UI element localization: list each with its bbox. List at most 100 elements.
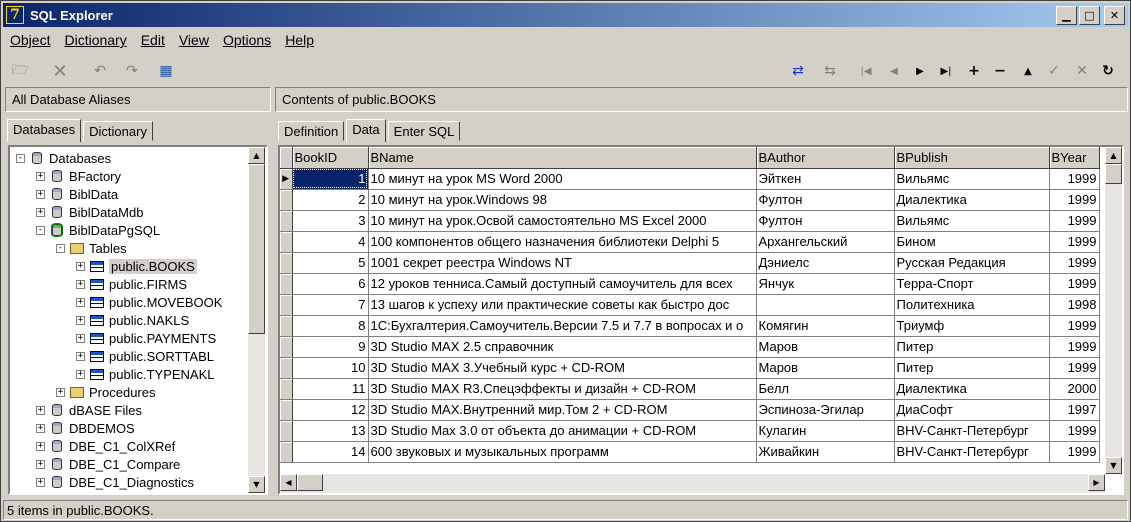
scroll-thumb[interactable] <box>248 164 265 334</box>
cell-bauthor[interactable]: Живайкин <box>756 441 895 463</box>
cell-bauthor[interactable]: Фултон <box>756 189 895 211</box>
table-row[interactable]: 14 600 звуковых и музыкальных программ Жив… <box>280 441 1100 463</box>
cell-bookid[interactable]: 13 <box>292 420 369 442</box>
cell-byear[interactable]: 1999 <box>1049 315 1100 337</box>
delete-record-icon[interactable]: − <box>989 60 1011 82</box>
cell-bookid[interactable]: 2 <box>292 189 369 211</box>
expand-icon[interactable]: + <box>76 333 85 343</box>
next-record-icon[interactable]: ▶ <box>909 60 931 82</box>
right-tab-definition[interactable]: Definition <box>278 121 345 141</box>
table-row[interactable]: 10 3D Studio MAX 3.Учебный курс + CD-ROM М… <box>280 357 1100 379</box>
cell-bname[interactable]: 10 минут на урок.Освой самостоятельно MS… <box>368 210 757 232</box>
expand-icon[interactable]: + <box>76 279 85 289</box>
tree-vertical-scrollbar[interactable]: ▲ ▼ <box>248 147 265 493</box>
left-tab-dictionary[interactable]: Dictionary <box>83 121 153 141</box>
cancel-edit-icon[interactable]: ✕ <box>1071 60 1093 82</box>
database-tree[interactable]: ▲ ▼ - Databases + BFactory + BiblData + BiblDat… <box>8 145 268 495</box>
cell-byear[interactable]: 1998 <box>1049 294 1100 316</box>
cell-bpublish[interactable]: Вильямс <box>894 168 1050 190</box>
row-indicator[interactable] <box>280 252 293 274</box>
redo-icon[interactable]: ↷ <box>121 60 143 82</box>
row-indicator[interactable] <box>280 231 293 253</box>
row-indicator[interactable] <box>280 315 293 337</box>
refresh-data-icon[interactable]: ↻ <box>1097 60 1119 82</box>
cell-bookid[interactable]: 4 <box>292 231 369 253</box>
tree-item[interactable]: - BiblDataPgSQL <box>36 221 160 239</box>
right-tab-enter-sql[interactable]: Enter SQL <box>387 121 461 141</box>
expand-icon[interactable]: + <box>36 477 45 487</box>
cell-bname[interactable]: 3D Studio Max 3.0 от объекта до анимации… <box>368 420 757 442</box>
row-indicator[interactable] <box>280 336 293 358</box>
sync-icon[interactable]: ⇆ <box>819 60 841 82</box>
cell-bpublish[interactable]: Диалектика <box>894 189 1050 211</box>
cell-bpublish[interactable]: Бином <box>894 231 1050 253</box>
table-row[interactable]: 2 10 минут на урок.Windows 98 Фултон Диалек… <box>280 189 1100 211</box>
cell-byear[interactable]: 1999 <box>1049 168 1100 190</box>
cell-bname[interactable]: 3D Studio MAX.Внутренний мир.Том 2 + CD-… <box>368 399 757 421</box>
expand-icon[interactable]: + <box>36 459 45 469</box>
cell-bname[interactable]: 13 шагов к успеху или практические совет… <box>368 294 757 316</box>
cell-bookid[interactable]: 3 <box>292 210 369 232</box>
row-indicator[interactable] <box>280 420 293 442</box>
menu-view[interactable]: View <box>172 30 216 50</box>
column-header-byear[interactable]: BYear <box>1049 147 1100 169</box>
table-row[interactable]: 6 12 уроков тенниса.Самый доступный самоу… <box>280 273 1100 295</box>
cell-bname[interactable]: 10 минут на урок MS Word 2000 <box>368 168 757 190</box>
expand-icon[interactable]: + <box>76 315 85 325</box>
title-bar[interactable]: 7 SQL Explorer ▁ □ ✕ <box>3 3 1128 27</box>
expand-icon[interactable]: + <box>76 369 85 379</box>
tree-item[interactable]: + public.PAYMENTS <box>76 329 216 347</box>
row-indicator[interactable] <box>280 441 293 463</box>
tree-item[interactable]: + public.NAKLS <box>76 311 189 329</box>
cell-byear[interactable]: 1999 <box>1049 273 1100 295</box>
cell-bpublish[interactable]: Диалектика <box>894 378 1050 400</box>
tree-item[interactable]: + BiblData <box>36 185 118 203</box>
grid-scroll-down-button[interactable]: ▼ <box>1105 457 1122 474</box>
cell-bpublish[interactable]: Политехника <box>894 294 1050 316</box>
tree-item[interactable]: + Procedures <box>56 383 155 401</box>
cell-bookid[interactable]: 12 <box>292 399 369 421</box>
cell-bauthor[interactable]: Кулагин <box>756 420 895 442</box>
cell-bauthor[interactable] <box>756 294 895 316</box>
row-indicator[interactable] <box>280 273 293 295</box>
cell-bauthor[interactable]: Маров <box>756 336 895 358</box>
row-indicator[interactable] <box>280 294 293 316</box>
table-row[interactable]: 4 100 компонентов общего назначения библи… <box>280 231 1100 253</box>
grid-scroll-thumb[interactable] <box>1105 164 1122 184</box>
tree-item[interactable]: + dBASE Files <box>36 401 142 419</box>
column-header-bookid[interactable]: BookID <box>292 147 369 169</box>
cell-bname[interactable]: 3D Studio MAX 3.Учебный курс + CD-ROM <box>368 357 757 379</box>
collapse-icon[interactable]: - <box>36 225 45 235</box>
prior-record-icon[interactable]: ◀ <box>883 60 905 82</box>
column-header-bauthor[interactable]: BAuthor <box>756 147 895 169</box>
menu-dictionary[interactable]: Dictionary <box>57 30 133 50</box>
cell-bauthor[interactable]: Эспиноза-Эгилар <box>756 399 895 421</box>
cell-bpublish[interactable]: Питер <box>894 357 1050 379</box>
menu-help[interactable]: Help <box>278 30 321 50</box>
cell-bookid[interactable]: 1 <box>292 168 369 190</box>
expand-icon[interactable]: + <box>36 171 45 181</box>
expand-icon[interactable]: + <box>36 441 45 451</box>
tree-item[interactable]: + DBE_C1_ColXRef <box>36 437 175 455</box>
last-record-icon[interactable]: ▶| <box>935 60 957 82</box>
cell-bname[interactable]: 3D Studio MAX 2.5 справочник <box>368 336 757 358</box>
menu-options[interactable]: Options <box>216 30 278 50</box>
expand-icon[interactable]: + <box>36 405 45 415</box>
tree-item[interactable]: + public.MOVEBOOK <box>76 293 222 311</box>
cell-bauthor[interactable]: Комягин <box>756 315 895 337</box>
cell-bauthor[interactable]: Эйткен <box>756 168 895 190</box>
cell-byear[interactable]: 2000 <box>1049 378 1100 400</box>
data-grid[interactable]: BookID BName BAuthor BPublish BYear ▶ 1 10 мин… <box>278 145 1124 495</box>
cell-bookid[interactable]: 11 <box>292 378 369 400</box>
cell-bauthor[interactable]: Дэниелс <box>756 252 895 274</box>
cell-bname[interactable]: 1001 секрет реестра Windows NT <box>368 252 757 274</box>
menu-edit[interactable]: Edit <box>134 30 172 50</box>
tree-item[interactable]: + public.TYPENAKL <box>76 365 215 383</box>
post-edit-icon[interactable]: ✓ <box>1043 60 1065 82</box>
refresh-icon[interactable]: ⇄ <box>787 60 809 82</box>
cell-byear[interactable]: 1999 <box>1049 231 1100 253</box>
cell-bookid[interactable]: 10 <box>292 357 369 379</box>
cell-bpublish[interactable]: BHV-Санкт-Петербург <box>894 441 1050 463</box>
grid-scroll-up-button[interactable]: ▲ <box>1105 147 1122 164</box>
row-indicator[interactable] <box>280 357 293 379</box>
